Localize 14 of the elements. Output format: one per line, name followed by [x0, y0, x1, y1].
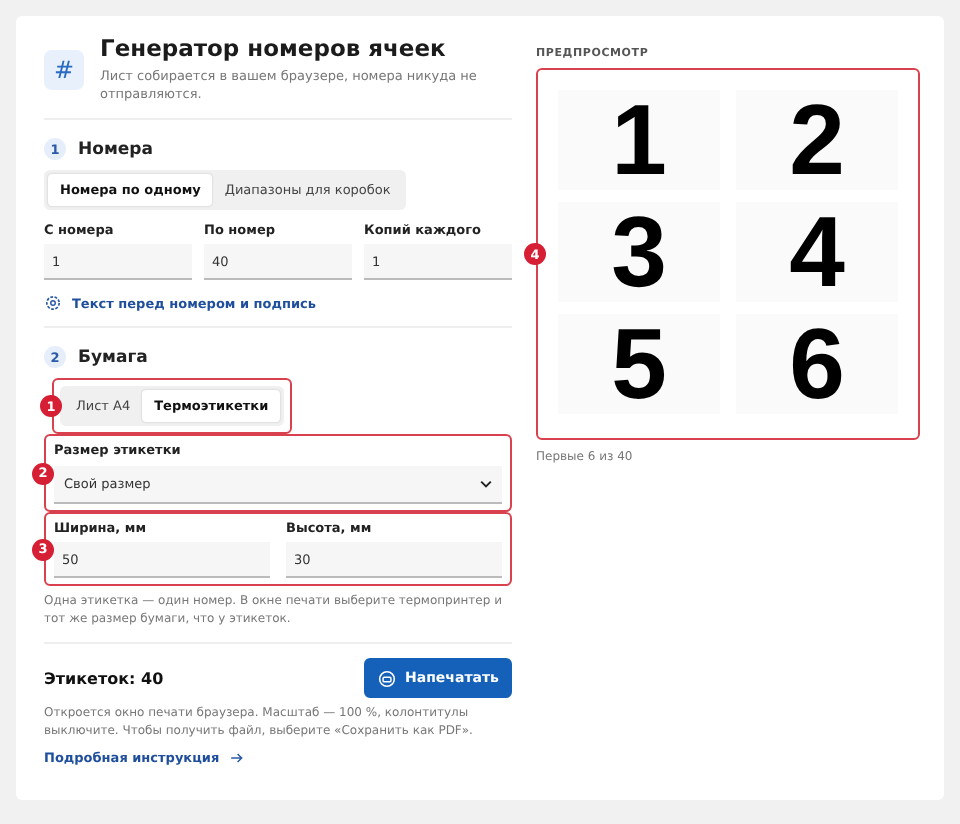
label-preview: 4 [736, 202, 898, 302]
page-title: Генератор номеров ячеек [100, 34, 448, 62]
arrow-right-icon [229, 752, 244, 764]
chevron-down-icon [480, 480, 492, 488]
label-preview: 1 [558, 90, 720, 190]
hash-icon: # [44, 49, 84, 89]
label-preview: 2 [736, 90, 898, 190]
settings-icon [44, 294, 62, 312]
label-preview: 3 [558, 202, 720, 302]
label-preview: 5 [558, 314, 720, 414]
section-title: Номера [78, 139, 153, 159]
label-preview: 6 [736, 314, 898, 414]
label-count: Этикеток: 40 [44, 669, 164, 687]
section-title: Бумага [78, 347, 148, 367]
